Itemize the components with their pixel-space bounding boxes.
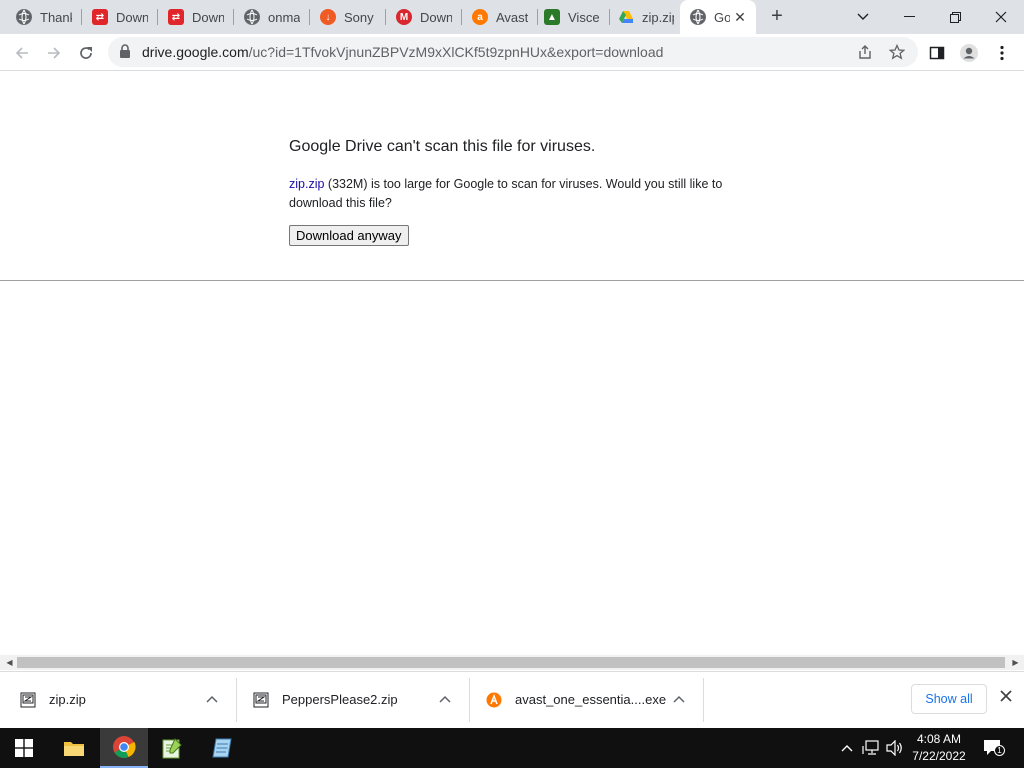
tab-zip[interactable]: zip.zip [608,0,680,34]
globe-icon [244,9,260,25]
notepad-icon[interactable] [198,728,246,768]
mega-icon: M [396,9,412,25]
tab-mega-download[interactable]: M Downl [386,0,462,34]
minimize-button[interactable] [886,0,932,34]
download-item[interactable]: PeppersPlease2.zip [237,678,470,722]
avast-icon: a [472,9,488,25]
globe-icon [690,9,706,25]
tab-title: zip.zip [642,9,674,25]
close-window-button[interactable] [978,0,1024,34]
page-content: Google Drive can't scan this file for vi… [0,72,1024,655]
tab-thank[interactable]: Thank [6,0,82,34]
tab-strip: Thank ⇄ Downl ⇄ Downl onmar ↓ Sony V M D… [0,0,1024,34]
tab-download-1[interactable]: ⇄ Downl [82,0,158,34]
tab-search-chevron-icon[interactable] [840,0,886,34]
address-bar[interactable]: drive.google.com/uc?id=1TfvokVjnunZBPVzM… [108,37,918,67]
chevron-up-icon[interactable] [202,690,222,710]
zip-archive-icon [20,692,36,708]
download-item[interactable]: avast_one_essentia....exe [470,678,704,722]
red-download-icon: ⇄ [92,9,108,25]
url-host: drive.google.com [142,44,249,60]
back-button[interactable] [8,39,36,67]
horizontal-scrollbar[interactable]: ◀ ▶ [0,655,1024,670]
green-game-icon: ▲ [544,9,560,25]
bookmark-star-icon[interactable] [888,43,906,61]
side-panel-icon[interactable] [924,40,950,66]
notification-count-badge: 1 [994,745,1005,756]
network-icon[interactable] [861,728,881,768]
notification-center-icon[interactable]: 1 [982,738,1006,758]
download-filename: avast_one_essentia....exe [515,692,667,707]
download-anyway-button[interactable]: Download anyway [289,225,409,246]
tab-title: Downl [192,9,224,25]
chevron-up-icon[interactable] [669,690,689,710]
share-icon[interactable] [856,43,874,61]
tab-onmar[interactable]: onmar [234,0,310,34]
zip-archive-icon [253,692,269,708]
tab-title: Avast [496,9,528,25]
tab-active-google-drive[interactable]: Go ✕ [680,0,756,34]
taskbar-clock[interactable]: 4:08 AM 7/22/2022 [906,731,972,765]
forward-button[interactable] [40,39,68,67]
clock-time: 4:08 AM [916,732,962,746]
scroll-left-arrow-icon[interactable]: ◀ [2,655,17,670]
reload-button[interactable] [72,39,100,67]
tab-title: onmar [268,9,300,25]
new-tab-button[interactable]: + [765,5,789,29]
url-text[interactable]: drive.google.com/uc?id=1TfvokVjnunZBPVzM… [142,44,663,60]
clock-date: 7/22/2022 [912,749,966,763]
browser-toolbar: drive.google.com/uc?id=1TfvokVjnunZBPVzM… [0,34,1024,71]
tab-title: Thank [40,9,72,25]
tab-sony[interactable]: ↓ Sony V [310,0,386,34]
tab-title: Viscer [568,9,600,25]
scroll-right-arrow-icon[interactable]: ▶ [1008,655,1023,670]
tab-download-2[interactable]: ⇄ Downl [158,0,234,34]
tab-visceral[interactable]: ▲ Viscer [534,0,610,34]
chrome-icon[interactable] [100,728,148,768]
tab-title: Downl [116,9,148,25]
profile-avatar-icon[interactable] [956,40,982,66]
tab-title: Go [714,9,730,25]
start-windows-icon[interactable] [0,728,48,768]
orange-download-icon: ↓ [320,9,336,25]
page-title: Google Drive can't scan this file for vi… [289,138,596,155]
download-filename: PeppersPlease2.zip [282,692,398,707]
restore-button[interactable] [932,0,978,34]
volume-icon[interactable] [885,728,905,768]
download-shelf: zip.zip PeppersPlease2.zip avast_one_ess… [0,671,1024,728]
file-explorer-icon[interactable] [50,728,98,768]
close-shelf-icon[interactable] [996,688,1016,708]
close-tab-icon[interactable]: ✕ [732,9,748,25]
download-filename: zip.zip [49,692,86,707]
globe-icon [16,9,32,25]
red-download-icon: ⇄ [168,9,184,25]
warning-text: (332M) is too large for Google to scan f… [289,177,723,210]
more-menu-icon[interactable] [989,40,1015,66]
divider [0,280,1024,281]
tray-overflow-chevron-icon[interactable] [838,728,856,768]
tab-title: Sony V [344,9,376,25]
warning-message: zip.zip (332M) is too large for Google t… [289,175,759,213]
lock-icon[interactable] [119,44,131,64]
windows-taskbar: 4:08 AM 7/22/2022 1 [0,728,1024,768]
notepad-plus-plus-icon[interactable] [148,728,196,768]
file-link[interactable]: zip.zip [289,177,324,191]
url-path: /uc?id=1TfvokVjnunZBPVzM9xXlCKf5t9zpnHUx… [248,44,664,60]
scrollbar-thumb[interactable] [17,657,1005,668]
google-drive-icon [618,9,634,25]
chevron-up-icon[interactable] [435,690,455,710]
tab-title: Downl [420,9,452,25]
download-item[interactable]: zip.zip [0,678,237,722]
show-all-downloads-button[interactable]: Show all [911,684,987,714]
avast-icon [486,692,502,708]
tab-avast[interactable]: a Avast [462,0,538,34]
